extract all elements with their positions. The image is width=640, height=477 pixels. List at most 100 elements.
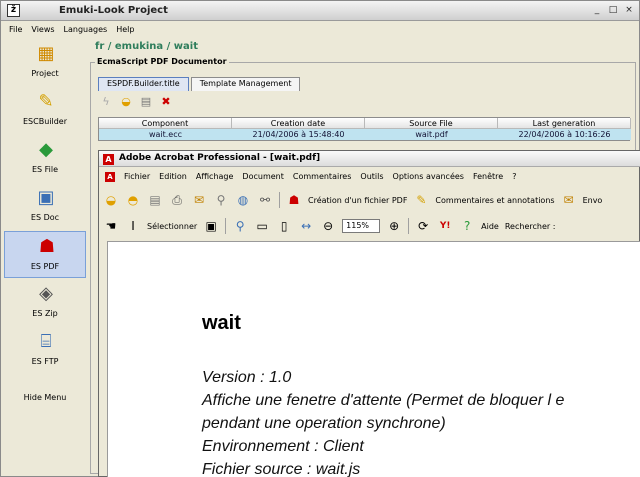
zip-icon: ◈ [39, 283, 53, 304]
sidebar-item-label: ES FTP [31, 357, 59, 366]
menu-help[interactable]: Help [116, 25, 134, 34]
acrobat-toolbar-2: ☚ Ⅰ Sélectionner ▣ ⚲ ▭ ▯ ↔ ⊖ 115% ⊕ ⟳ Y!… [103, 214, 640, 238]
attach-icon[interactable]: ⚲ [213, 192, 229, 208]
acrobat-toolbar-1: ◒ ◓ ▤ ⎙ ✉ ⚲ ◍ ⚯ ☗ Création d'un fichier … [103, 188, 640, 212]
document-line: pendant une operation synchrone) [202, 415, 446, 432]
zoom-in-icon[interactable]: ⊕ [386, 218, 402, 234]
open-folder-icon[interactable]: ◒ [119, 95, 133, 109]
separator [225, 218, 227, 234]
open-icon[interactable]: ◒ [103, 192, 119, 208]
tab-template-management[interactable]: Template Management [190, 77, 301, 91]
breadcrumb: fr / emukina / wait [95, 41, 198, 52]
acrobat-logo-icon: A [103, 154, 114, 165]
table-row[interactable]: wait.ecc 21/04/2006 à 15:48:40 wait.pdf … [99, 129, 631, 140]
menu-views[interactable]: Views [31, 25, 54, 34]
preview-icon[interactable]: ▤ [139, 95, 153, 109]
acrobat-menu-item[interactable]: Options avancées [393, 172, 464, 181]
sidebar-item-project[interactable]: ▦ Project [4, 39, 86, 86]
separator [408, 218, 410, 234]
actual-size-icon[interactable]: ▭ [254, 218, 270, 234]
acrobat-menu-item[interactable]: Document [242, 172, 283, 181]
sidebar: ▦ Project ✎ ESCBuilder ◆ ES File ▣ ES Do… [4, 39, 86, 475]
hand-tool-icon[interactable]: ☚ [103, 218, 119, 234]
zoom-tool-icon[interactable]: ⚲ [232, 218, 248, 234]
pdf-document-page[interactable]: wait Version : 1.0 Affiche une fenetre d… [107, 241, 640, 477]
table-cell: wait.pdf [365, 129, 498, 140]
send-icon[interactable]: ✉ [561, 192, 577, 208]
acrobat-title-bar: A Adobe Acrobat Professional - [wait.pdf… [99, 151, 640, 167]
comments-button[interactable]: Commentaires et annotations [435, 196, 554, 205]
tab-builder[interactable]: ESPDF.Builder.title [98, 77, 189, 91]
document-menu-icon[interactable]: A [105, 171, 115, 182]
acrobat-menu-item[interactable]: Outils [360, 172, 383, 181]
sidebar-item-es-doc[interactable]: ▣ ES Doc [4, 183, 86, 230]
sidebar-item-label: ES Zip [32, 309, 58, 318]
column-header[interactable]: Creation date [232, 118, 365, 129]
table-cell: wait.ecc [99, 129, 232, 140]
acrobat-menu-item[interactable]: Commentaires [293, 172, 352, 181]
web-icon[interactable]: ◍ [235, 192, 251, 208]
doc-icon: ▣ [37, 187, 55, 208]
search-icon[interactable]: ⚯ [257, 192, 273, 208]
menu-languages[interactable]: Languages [64, 25, 108, 34]
help-button[interactable]: Aide [481, 222, 499, 231]
sidebar-item-es-ftp[interactable]: ⌸ ES FTP [4, 327, 86, 374]
print-icon[interactable]: ⎙ [169, 192, 185, 208]
text-select-icon[interactable]: Ⅰ [125, 218, 141, 234]
table-header: Component Creation date Source File Last… [99, 118, 631, 129]
document-line: Affiche une fenetre d'attente (Permet de… [202, 392, 565, 409]
organizer-icon[interactable]: ◓ [125, 192, 141, 208]
title-bar: ž Emuki-Look Project _ □ × [1, 1, 639, 21]
acrobat-menu-item[interactable]: Edition [159, 172, 187, 181]
file-icon: ◆ [39, 139, 53, 160]
sidebar-item-label: ES PDF [30, 262, 60, 271]
sidebar-item-es-pdf[interactable]: ☗ ES PDF [4, 231, 86, 278]
minimize-button[interactable]: _ [591, 5, 603, 16]
search-label: Rechercher : [504, 221, 556, 231]
create-pdf-button[interactable]: Création d'un fichier PDF [308, 196, 407, 205]
table-cell: 22/04/2006 à 10:16:26 [498, 129, 631, 140]
rotate-icon[interactable]: ⟳ [415, 218, 431, 234]
zoom-level-select[interactable]: 115% [342, 219, 381, 233]
pdf-icon: ☗ [38, 236, 56, 257]
ftp-icon: ⌸ [40, 331, 52, 352]
acrobat-menu-item[interactable]: Affichage [196, 172, 234, 181]
app-icon[interactable]: ž [7, 4, 20, 17]
project-icon: ▦ [37, 43, 55, 64]
create-pdf-icon[interactable]: ☗ [286, 192, 302, 208]
sidebar-item-es-zip[interactable]: ◈ ES Zip [4, 279, 86, 326]
save-icon[interactable]: ▤ [147, 192, 163, 208]
lightning-icon[interactable]: ϟ [99, 95, 113, 109]
sidebar-item-es-file[interactable]: ◆ ES File [4, 135, 86, 182]
acrobat-menu-item[interactable]: ? [512, 172, 516, 181]
acrobat-menu-bar: A Fichier Edition Affichage Document Com… [99, 169, 640, 184]
components-table: Component Creation date Source File Last… [98, 117, 631, 141]
delete-icon[interactable]: ✖ [159, 95, 173, 109]
fit-width-icon[interactable]: ↔ [298, 218, 314, 234]
send-button[interactable]: Envo [583, 196, 603, 205]
email-icon[interactable]: ✉ [191, 192, 207, 208]
maximize-button[interactable]: □ [607, 5, 619, 16]
menu-bar: File Views Languages Help [1, 22, 639, 37]
acrobat-menu-item[interactable]: Fichier [124, 172, 150, 181]
menu-file[interactable]: File [9, 25, 22, 34]
sidebar-item-label: Project [31, 69, 59, 78]
snapshot-icon[interactable]: ▣ [203, 218, 219, 234]
column-header[interactable]: Source File [365, 118, 498, 129]
close-button[interactable]: × [623, 5, 635, 16]
hide-menu-button[interactable]: Hide Menu [4, 393, 86, 402]
fit-page-icon[interactable]: ▯ [276, 218, 292, 234]
yahoo-icon[interactable]: Y! [437, 218, 453, 234]
acrobat-menu-item[interactable]: Fenêtre [473, 172, 503, 181]
sidebar-item-escbuilder[interactable]: ✎ ESCBuilder [4, 87, 86, 134]
builder-toolbar: ϟ ◒ ▤ ✖ [99, 95, 173, 109]
column-header[interactable]: Component [99, 118, 232, 129]
sidebar-item-label: ES Doc [30, 213, 60, 222]
zoom-out-icon[interactable]: ⊖ [320, 218, 336, 234]
comment-icon[interactable]: ✎ [413, 192, 429, 208]
document-line: Version : 1.0 [202, 369, 292, 386]
column-header[interactable]: Last generation [498, 118, 631, 129]
document-line: Environnement : Client [202, 438, 364, 455]
select-tool-button[interactable]: Sélectionner [147, 222, 197, 231]
help-icon[interactable]: ? [459, 218, 475, 234]
